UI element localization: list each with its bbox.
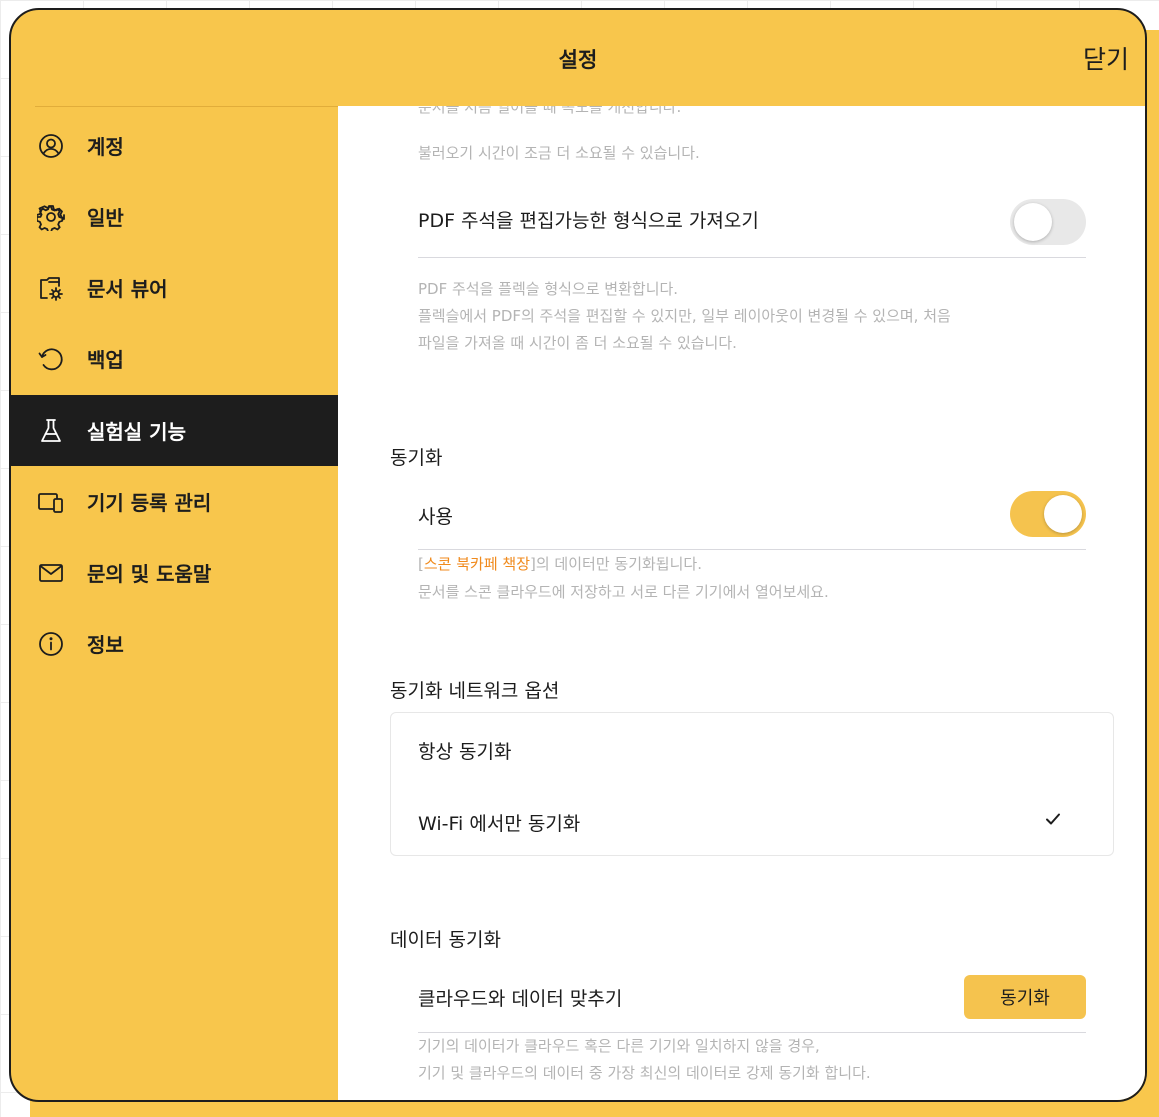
data-sync-label: 클라우드와 데이터 맞추기 [418,988,623,1010]
sidebar-item-label: 문의 및 도움말 [87,562,212,586]
sync-description: [스콘 북카페 책장]의 데이터만 동기화됩니다. [418,551,702,578]
highlighted-app-name: 스콘 북카페 책장 [423,555,530,573]
sidebar-divider [35,106,338,107]
sidebar-item-label: 실험실 기능 [87,420,186,444]
sidebar-item-label: 문서 뷰어 [87,277,168,301]
description-text: PDF 주석을 플렉슬 형식으로 변환합니다. [418,280,679,298]
description-text: 파일을 가져올 때 시간이 좀 더 소요될 수 있습니다. [418,334,737,352]
divider [418,549,1086,550]
description-text: 불러오기 시간이 조금 더 소요될 수 있습니다. [418,144,700,162]
document-viewer-icon [37,274,65,302]
sidebar-item-label: 정보 [87,633,124,657]
settings-content: 문서를 처음 열어볼 때 속도를 개선합니다. 불러오기 시간이 조금 더 소요… [338,106,1145,1100]
sync-enable-label: 사용 [418,506,453,528]
description-text: 기기 및 클라우드의 데이터 중 가장 최신의 데이터로 강제 동기화 합니다. [418,1064,871,1082]
description-text: ]의 데이터만 동기화됩니다. [530,555,702,573]
sync-enable-toggle[interactable] [1010,491,1086,537]
pdf-annotation-toggle[interactable] [1010,199,1086,245]
description-text: 문서를 처음 열어볼 때 속도를 개선합니다. [418,106,682,116]
divider [418,257,1086,258]
section-title-data-sync: 데이터 동기화 [390,929,501,951]
network-options-list: 항상 동기화 Wi-Fi 에서만 동기화 [390,712,1114,856]
sidebar-item-account[interactable]: 계정 [11,110,338,181]
close-button[interactable]: 닫기 [1083,40,1129,76]
gear-icon [35,203,65,233]
sidebar-item-labs[interactable]: 실험실 기능 [11,395,338,466]
section-title-network: 동기화 네트워크 옵션 [390,680,560,702]
devices-icon [37,488,65,516]
sync-button[interactable]: 동기화 [964,975,1086,1019]
description-text: 기기의 데이터가 클라우드 혹은 다른 기기와 일치하지 않을 경우, [418,1037,820,1055]
flask-icon [37,417,65,445]
account-icon [37,132,65,160]
info-icon [37,630,65,658]
sidebar-item-label: 백업 [87,348,124,372]
pdf-annotation-label: PDF 주석을 편집가능한 형식으로 가져오기 [418,210,759,232]
toggle-knob [1044,495,1082,533]
sidebar-item-help[interactable]: 문의 및 도움말 [11,537,338,608]
sidebar-item-info[interactable]: 정보 [11,608,338,679]
sidebar-item-general[interactable]: 일반 [11,181,338,252]
sidebar-item-document-viewer[interactable]: 문서 뷰어 [11,252,338,323]
description-text: 문서를 스콘 클라우드에 저장하고 서로 다른 기기에서 열어보세요. [418,583,829,601]
settings-window: 설정 닫기 계정 일반 문서 뷰어 백업 실험실 기능 기기 등록 관리 문의 … [9,8,1147,1102]
sidebar-item-label: 일반 [87,206,124,230]
sidebar-item-backup[interactable]: 백업 [11,323,338,394]
sidebar-item-label: 계정 [87,135,124,159]
section-title-sync: 동기화 [390,447,443,469]
settings-header: 설정 닫기 [11,10,1145,106]
page-title: 설정 [558,48,598,72]
sidebar-item-device-management[interactable]: 기기 등록 관리 [11,466,338,537]
backup-icon [37,345,65,373]
option-always-sync[interactable]: 항상 동기화 [418,737,511,764]
toggle-knob [1014,203,1052,241]
description-text: 플렉슬에서 PDF의 주석을 편집할 수 있지만, 일부 레이아웃이 변경될 수… [418,307,951,325]
sidebar-item-label: 기기 등록 관리 [87,491,212,515]
option-wifi-only-sync[interactable]: Wi-Fi 에서만 동기화 [418,809,580,836]
mail-icon [37,559,65,587]
checkmark-icon [1046,813,1060,825]
sidebar: 계정 일반 문서 뷰어 백업 실험실 기능 기기 등록 관리 문의 및 도움말 … [11,106,338,1100]
